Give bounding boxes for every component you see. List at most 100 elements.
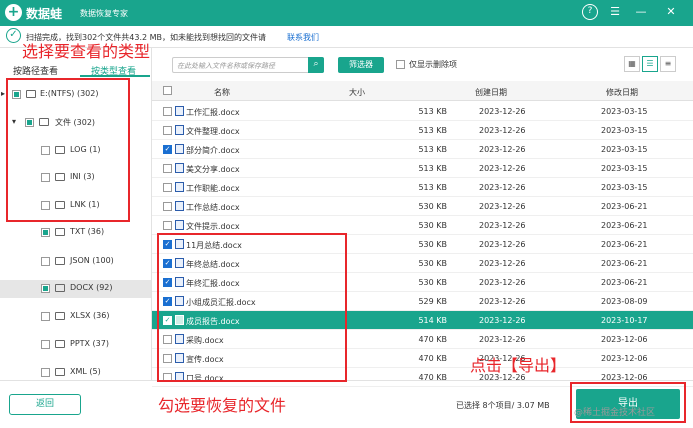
folder-icon	[55, 368, 65, 376]
table-header: 名称 大小 创建日期 修改日期	[152, 81, 693, 101]
search-input[interactable]: 在此处输入文件名称或保存路径	[172, 57, 324, 73]
tree-checkbox[interactable]	[41, 312, 50, 321]
tree-node-label: PPTX (37)	[70, 339, 109, 348]
column-size[interactable]: 大小	[349, 87, 365, 98]
close-icon[interactable]: ✕	[664, 4, 678, 20]
selection-info: 已选择 8个项目/ 3.07 MB	[456, 401, 550, 410]
tree-node-label: DOCX (92)	[70, 283, 113, 292]
file-name: 美文分享.docx	[186, 165, 240, 174]
annotation-choose-type: 选择要查看的类型	[22, 42, 151, 61]
filter-button[interactable]: 筛选器	[338, 57, 384, 73]
folder-icon	[55, 284, 65, 292]
file-size: 529 KB	[418, 297, 447, 306]
table-row[interactable]: 工作职能.docx 513 KB 2023-12-26 2023-03-15	[152, 178, 693, 197]
file-size: 530 KB	[418, 259, 447, 268]
row-checkbox[interactable]	[163, 221, 172, 230]
file-size: 470 KB	[418, 335, 447, 344]
row-checkbox[interactable]	[163, 107, 172, 116]
row-checkbox[interactable]: ✓	[163, 145, 172, 154]
table-row[interactable]: 文件整理.docx 513 KB 2023-12-26 2023-03-15	[152, 121, 693, 140]
app-subtitle: 数据恢复专家	[80, 9, 128, 18]
title-bar: + 数据蛙 数据恢复专家 ? ☰ — ✕	[0, 0, 693, 26]
file-size: 530 KB	[418, 278, 447, 287]
modified-date: 2023-06-21	[601, 202, 648, 211]
minimize-icon[interactable]: —	[634, 4, 648, 20]
tree-node[interactable]: XLSX (36)	[0, 308, 151, 326]
deleted-only-label: 仅显示删除项	[409, 60, 457, 69]
modified-date: 2023-03-15	[601, 183, 648, 192]
annotation-box-tree	[6, 78, 130, 222]
annotation-box-files	[157, 233, 347, 382]
table-row[interactable]: 工作汇报.docx 513 KB 2023-12-26 2023-03-15	[152, 102, 693, 121]
file-size: 514 KB	[418, 316, 447, 325]
list-view-icon[interactable]: ☰	[642, 56, 658, 72]
table-row[interactable]: 工作总结.docx 530 KB 2023-12-26 2023-06-21	[152, 197, 693, 216]
created-date: 2023-12-26	[479, 221, 526, 230]
created-date: 2023-12-26	[479, 202, 526, 211]
select-all-checkbox[interactable]	[163, 86, 172, 95]
tree-node-label: XLSX (36)	[70, 311, 110, 320]
docx-file-icon	[175, 201, 184, 211]
column-created[interactable]: 创建日期	[475, 87, 507, 98]
tree-checkbox[interactable]	[41, 340, 50, 349]
detail-view-icon[interactable]: ≡	[660, 56, 676, 72]
row-checkbox[interactable]	[163, 202, 172, 211]
file-name: 工作汇报.docx	[186, 108, 240, 117]
created-date: 2023-12-26	[479, 240, 526, 249]
column-modified[interactable]: 修改日期	[606, 87, 638, 98]
table-row[interactable]: 美文分享.docx 513 KB 2023-12-26 2023-03-15	[152, 159, 693, 178]
grid-view-icon[interactable]: ▦	[624, 56, 640, 72]
modified-date: 2023-10-17	[601, 316, 648, 325]
folder-icon	[55, 312, 65, 320]
tab-by-path[interactable]: 按路径查看	[13, 64, 58, 77]
created-date: 2023-12-26	[479, 297, 526, 306]
annotation-click-export: 点击【导出】	[470, 356, 567, 375]
created-date: 2023-12-26	[479, 316, 526, 325]
modified-date: 2023-03-15	[601, 145, 648, 154]
row-checkbox[interactable]	[163, 126, 172, 135]
tree-node-label: JSON (100)	[70, 256, 114, 265]
file-name: 部分简介.docx	[186, 146, 240, 155]
contact-us-link[interactable]: 联系我们	[287, 32, 319, 43]
tree-node[interactable]: TXT (36)	[0, 224, 151, 242]
docx-file-icon	[175, 106, 184, 116]
expand-arrow-icon[interactable]: ▸	[1, 89, 5, 98]
annotation-choose-files: 勾选要恢复的文件	[158, 396, 287, 415]
tree-node[interactable]: DOCX (92)	[0, 280, 151, 298]
created-date: 2023-12-26	[479, 126, 526, 135]
docx-file-icon	[175, 163, 184, 173]
menu-icon[interactable]: ☰	[608, 4, 622, 20]
created-date: 2023-12-26	[479, 107, 526, 116]
help-icon[interactable]: ?	[582, 4, 598, 20]
modified-date: 2023-06-21	[601, 259, 648, 268]
magnifier-icon[interactable]: ⌕	[308, 57, 324, 73]
docx-file-icon	[175, 220, 184, 230]
file-size: 513 KB	[418, 145, 447, 154]
tree-node[interactable]: PPTX (37)	[0, 336, 151, 354]
table-row[interactable]: ✓ 部分简介.docx 513 KB 2023-12-26 2023-03-15	[152, 140, 693, 159]
tree-checkbox[interactable]	[41, 284, 50, 293]
file-size: 530 KB	[418, 202, 447, 211]
row-checkbox[interactable]	[163, 164, 172, 173]
tree-checkbox[interactable]	[41, 368, 50, 377]
created-date: 2023-12-26	[479, 145, 526, 154]
file-size: 513 KB	[418, 107, 447, 116]
back-button[interactable]: 返回	[9, 394, 81, 415]
file-size: 470 KB	[418, 354, 447, 363]
tree-node[interactable]: JSON (100)	[0, 253, 151, 271]
tree-checkbox[interactable]	[41, 228, 50, 237]
scan-complete-icon: ✓	[6, 28, 21, 43]
tree-checkbox[interactable]	[41, 257, 50, 266]
row-checkbox[interactable]	[163, 183, 172, 192]
created-date: 2023-12-26	[479, 164, 526, 173]
active-tab-indicator	[80, 75, 150, 77]
deleted-only-checkbox[interactable]	[396, 60, 405, 69]
modified-date: 2023-03-15	[601, 126, 648, 135]
column-name[interactable]: 名称	[214, 87, 230, 98]
tree-node-label: XML (5)	[70, 367, 101, 376]
modified-date: 2023-12-06	[601, 335, 648, 344]
created-date: 2023-12-26	[479, 259, 526, 268]
created-date: 2023-12-26	[479, 335, 526, 344]
modified-date: 2023-06-21	[601, 240, 648, 249]
file-size: 513 KB	[418, 164, 447, 173]
